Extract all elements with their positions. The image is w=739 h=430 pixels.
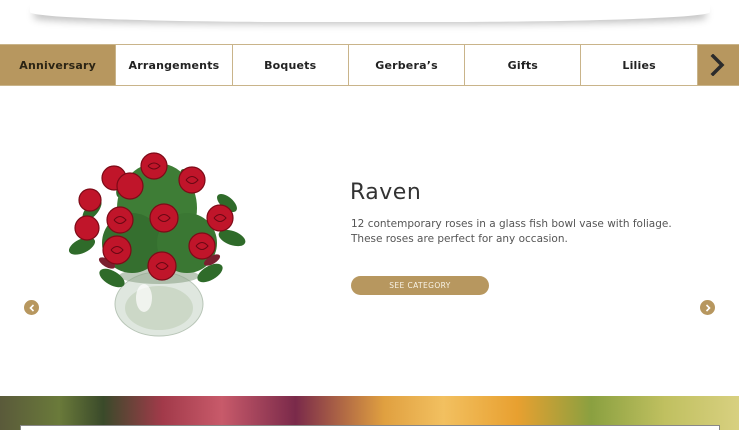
product-title: Raven [350,180,422,205]
product-image [62,148,252,340]
chevron-left-icon [28,303,34,312]
tab-anniversary[interactable]: Anniversary [0,45,117,85]
slide-prev-button[interactable] [24,300,39,315]
rose-bouquet-image [68,152,246,337]
chevron-right-icon [710,54,725,76]
see-category-button[interactable]: SEE CATEGORY [351,276,489,295]
tab-boquets[interactable]: Boquets [232,45,349,85]
category-tabs: Anniversary Arrangements Boquets Gerbera… [0,44,739,86]
tab-arrangements[interactable]: Arrangements [116,45,233,85]
header-shadow [30,0,710,22]
product-description: 12 contemporary roses in a glass fish bo… [351,218,672,245]
tab-gerberas[interactable]: Gerbera’s [348,45,466,85]
chevron-right-icon [705,303,711,312]
tab-gifts[interactable]: Gifts [465,45,582,85]
slide-next-button[interactable] [700,300,715,315]
tab-lilies[interactable]: Lilies [581,45,698,85]
footer-panel [20,425,720,430]
tabs-next-button[interactable] [697,45,739,85]
footer-background-image [0,396,739,430]
